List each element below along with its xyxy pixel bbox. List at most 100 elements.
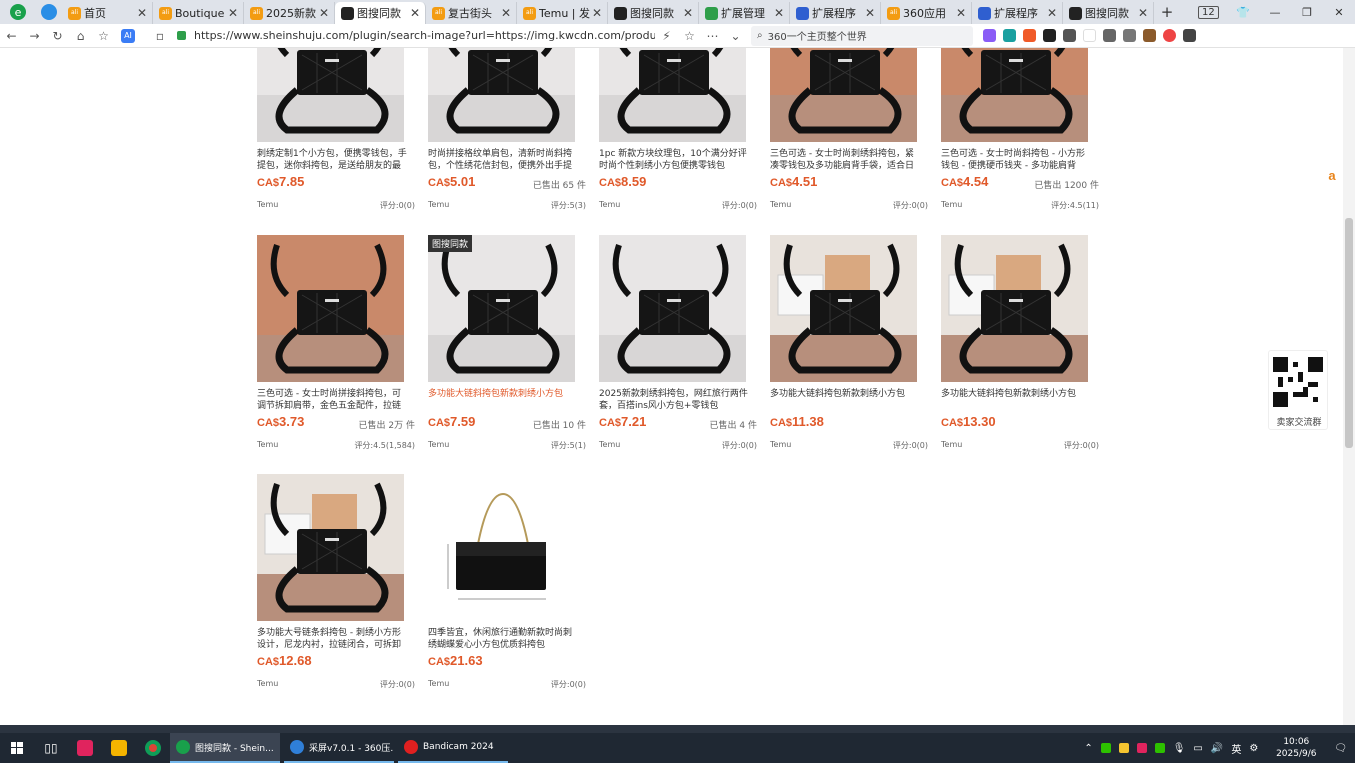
extension-dark-icon[interactable] (1043, 29, 1056, 42)
download-icon[interactable] (1103, 29, 1116, 42)
product-image[interactable] (599, 48, 746, 142)
tab-4[interactable]: ali 复古街头 ✕ (426, 2, 517, 24)
product-image[interactable]: 图搜同款 (428, 235, 575, 382)
extension-teal-icon[interactable] (1003, 29, 1016, 42)
lightning-icon[interactable]: ⚡ (655, 29, 678, 43)
tab-5[interactable]: ali Temu | 发 ✕ (517, 2, 608, 24)
product-card[interactable]: 多功能大链斜挎包新款刺绣小方包 CA$11.38 Temu 评分:0(0) (764, 230, 936, 460)
product-title[interactable]: 多功能大链斜挎包新款刺绣小方包 (770, 388, 922, 412)
product-image[interactable] (941, 48, 1088, 142)
reload-icon[interactable]: ↻ (46, 29, 69, 43)
tab-close-icon[interactable]: ✕ (1046, 6, 1058, 20)
url-field[interactable]: ▫ https://www.sheinshuju.com/plugin/sear… (153, 26, 747, 46)
tab-close-icon[interactable]: ✕ (591, 6, 603, 20)
product-card[interactable]: 图搜同款 多功能大链斜挎包新款刺绣小方包 CA$7.59 已售出 10 件 Temu 评分… (422, 230, 594, 460)
tab-close-icon[interactable]: ✕ (500, 6, 512, 20)
product-title[interactable]: 多功能大链斜挎包新款刺绣小方包 (428, 388, 580, 412)
puzzle-icon[interactable] (1063, 29, 1076, 42)
chrome-icon[interactable] (136, 733, 170, 763)
microphone-icon[interactable]: 🎙 (1173, 743, 1186, 754)
product-card[interactable]: 四季皆宜，休闲旅行通勤新款时尚刺绣蝴蝶爱心小方包优质斜挎包 CA$21.63 Tem… (422, 469, 594, 699)
taskbar-item-1[interactable]: 采屏v7.0.1 - 360压... (284, 733, 394, 763)
extension-purple-icon[interactable] (983, 29, 996, 42)
product-image[interactable] (941, 235, 1088, 382)
tab-close-icon[interactable]: ✕ (773, 6, 785, 20)
minimize-icon[interactable]: — (1259, 6, 1291, 19)
task-view-icon[interactable]: ▯▯ (34, 733, 68, 763)
close-window-icon[interactable]: ✕ (1323, 6, 1355, 19)
tab-close-icon[interactable]: ✕ (1137, 6, 1149, 20)
search-input[interactable]: ⌕ 360一个主页整个世界 (751, 25, 973, 46)
product-image[interactable] (257, 235, 404, 382)
menu-icon[interactable] (1183, 29, 1196, 42)
tab-0[interactable]: ali 首页 ✕ (62, 2, 153, 24)
tab-3[interactable]: 图搜同款 ✕ (335, 2, 426, 24)
network-icon[interactable]: ▭ (1193, 743, 1202, 754)
back-icon[interactable]: ← (0, 29, 23, 43)
browser-logo-icon[interactable]: e (0, 0, 36, 24)
forward-icon[interactable]: → (23, 29, 46, 43)
qr-panel[interactable]: 卖家交流群 (1268, 350, 1328, 430)
scrollbar-thumb[interactable] (1345, 218, 1353, 448)
ime-settings-icon[interactable]: ⚙ (1249, 743, 1258, 754)
url-text[interactable]: https://www.sheinshuju.com/plugin/search… (194, 29, 655, 42)
tab-close-icon[interactable]: ✕ (136, 6, 148, 20)
extension-orange-icon[interactable] (1023, 29, 1036, 42)
app-colorful-icon[interactable] (102, 733, 136, 763)
tab-7[interactable]: 扩展管理 ✕ (699, 2, 790, 24)
volume-icon[interactable]: 🔊 (1211, 743, 1223, 754)
tray-app-icon[interactable] (1118, 743, 1129, 753)
notification-icon[interactable]: 🗨 (1334, 743, 1347, 754)
tab-close-icon[interactable]: ✕ (864, 6, 876, 20)
product-title[interactable]: 四季皆宜，休闲旅行通勤新款时尚刺绣蝴蝶爱心小方包优质斜挎包 (428, 627, 580, 651)
tab-close-icon[interactable]: ✕ (955, 6, 967, 20)
product-title[interactable]: 三色可选 - 女士时尚斜挎包 - 小方形钱包 - 便携硬币钱夹 - 多功能肩背 (941, 148, 1093, 172)
briefcase-icon[interactable] (1143, 29, 1156, 42)
tab-6[interactable]: 图搜同款 ✕ (608, 2, 699, 24)
windows-start-icon[interactable] (0, 733, 34, 763)
more-icon[interactable]: ⋯ (701, 29, 724, 43)
tab-10[interactable]: 扩展程序 ✕ (972, 2, 1063, 24)
clock[interactable]: 10:06 2025/9/6 (1266, 736, 1326, 760)
product-card[interactable]: 三色可选 - 女士时尚拼接斜挎包，可调节拆卸肩带，金色五金配件，拉链 CA$3.7… (251, 230, 423, 460)
star-icon[interactable]: ☆ (678, 29, 701, 43)
product-image[interactable] (257, 474, 404, 621)
tab-8[interactable]: 扩展程序 ✕ (790, 2, 881, 24)
tab-close-icon[interactable]: ✕ (227, 6, 239, 20)
avatar-icon[interactable] (1163, 29, 1176, 42)
chevron-down-icon[interactable]: ⌄ (724, 29, 747, 43)
tray-app-green-icon[interactable] (1154, 743, 1165, 753)
chevron-up-icon[interactable]: ⌃ (1084, 743, 1092, 754)
tab-9[interactable]: ali 360应用 ✕ (881, 2, 972, 24)
pinned-telegram-icon[interactable] (36, 0, 62, 24)
product-title[interactable]: 2025新款刺绣斜挎包，网红旅行两件套，百搭ins风小方包+零钱包 (599, 388, 751, 412)
product-title[interactable]: 时尚拼接格纹单肩包，清新时尚斜挎包，个性绣花信封包，便携外出手提包 (428, 148, 580, 172)
home-icon[interactable]: ⌂ (69, 29, 92, 43)
favorites-icon[interactable]: ☆ (92, 29, 115, 43)
product-image[interactable] (599, 235, 746, 382)
window-count-badge[interactable]: 12 (1198, 5, 1219, 19)
product-card[interactable]: 2025新款刺绣斜挎包，网红旅行两件套，百搭ins风小方包+零钱包 CA$7.21… (593, 230, 765, 460)
product-card[interactable]: 多功能大链斜挎包新款刺绣小方包 CA$13.30 Temu 评分:0(0) (935, 230, 1107, 460)
scrollbar[interactable] (1343, 48, 1355, 725)
product-image[interactable] (257, 48, 404, 142)
tab-11[interactable]: 图搜同款 ✕ (1063, 2, 1154, 24)
shirt-icon[interactable]: 👕 (1227, 6, 1259, 19)
tab-close-icon[interactable]: ✕ (682, 6, 694, 20)
wechat-tray-icon[interactable] (1100, 743, 1111, 753)
tab-close-icon[interactable]: ✕ (318, 6, 330, 20)
app-red-icon[interactable] (68, 733, 102, 763)
undo-icon[interactable] (1123, 29, 1136, 42)
product-title[interactable]: 1pc 新款方块纹理包，10个满分好评时尚个性刺绣小方包便携零钱包 (599, 148, 751, 172)
ime-indicator[interactable]: 英 (1231, 741, 1241, 756)
product-image[interactable] (428, 474, 575, 621)
alibaba-logo-icon[interactable]: a (1321, 168, 1343, 190)
product-title[interactable]: 三色可选 - 女士时尚刺绣斜挎包，紧凑零钱包及多功能肩背手袋，适合日常 (770, 148, 922, 172)
image-search-badge[interactable]: 图搜同款 (428, 235, 473, 252)
product-image[interactable] (770, 235, 917, 382)
product-title[interactable]: 多功能大号链条斜挎包 - 刺绣小方形设计，尼龙内衬，拉链闭合，可拆卸 (257, 627, 409, 651)
restore-icon[interactable]: ❐ (1291, 6, 1323, 19)
taskbar-item-2[interactable]: Bandicam 2024 (398, 733, 508, 763)
new-tab-button[interactable]: + (1154, 3, 1180, 21)
product-title[interactable]: 多功能大链斜挎包新款刺绣小方包 (941, 388, 1093, 412)
